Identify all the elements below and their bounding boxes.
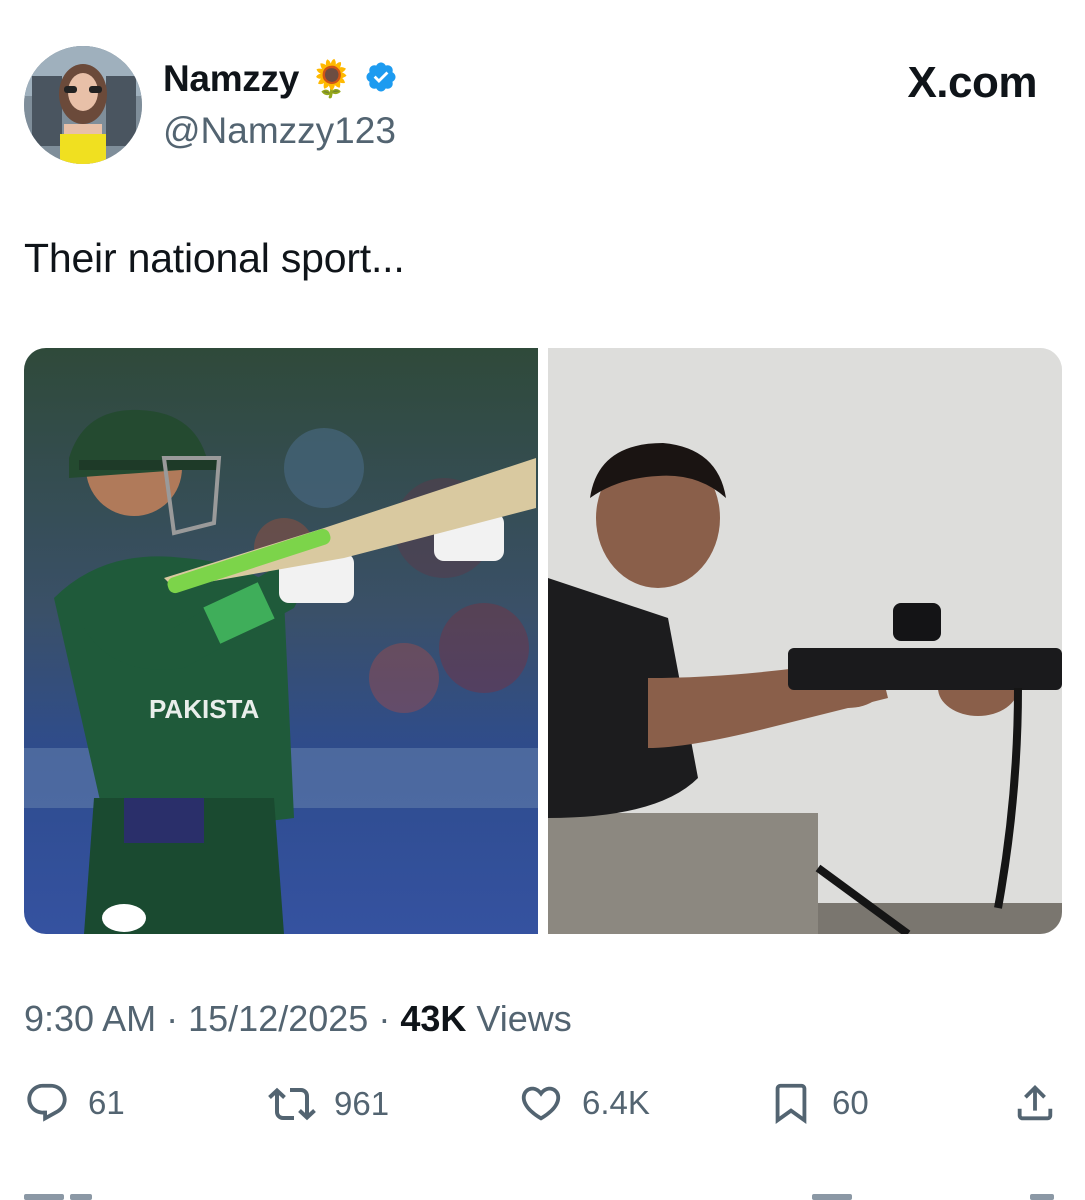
views-count: 43K xyxy=(400,998,467,1039)
tweet-actions: 61 961 6.4K 60 xyxy=(24,1080,1064,1136)
next-row-partial xyxy=(0,1188,1085,1200)
like-button[interactable]: 6.4K xyxy=(518,1080,650,1126)
tweet-media: PAKISTA xyxy=(24,348,1062,934)
sunflower-emoji: 🌻 xyxy=(308,58,354,99)
media-photo-cricketer[interactable]: PAKISTA xyxy=(24,348,538,934)
bookmark-icon xyxy=(768,1080,814,1126)
verified-badge-icon xyxy=(364,60,398,99)
like-icon xyxy=(518,1080,564,1126)
tweet-meta: 9:30 AM · 15/12/2025 · 43K Views xyxy=(24,998,572,1040)
repost-count: 961 xyxy=(334,1085,390,1122)
bookmark-button[interactable]: 60 xyxy=(768,1080,869,1126)
reply-icon xyxy=(24,1080,70,1126)
share-button[interactable] xyxy=(1012,1080,1058,1126)
brand-logo: X.com xyxy=(907,58,1037,107)
bookmark-count: 60 xyxy=(832,1084,869,1121)
svg-text:PAKISTA: PAKISTA xyxy=(149,694,259,724)
views-label: Views xyxy=(476,998,572,1039)
author-name-row: Namzzy 🌻 xyxy=(163,58,398,100)
reply-count: 61 xyxy=(88,1084,125,1121)
author-handle[interactable]: @Namzzy123 xyxy=(163,110,396,152)
author-display-name[interactable]: Namzzy xyxy=(163,58,299,100)
tweet-time[interactable]: 9:30 AM xyxy=(24,998,156,1039)
tweet-card: Namzzy 🌻 @Namzzy123 X.com Their national… xyxy=(0,0,1085,1200)
author-avatar[interactable] xyxy=(24,46,142,164)
tweet-text: Their national sport... xyxy=(24,235,405,281)
meta-separator: · xyxy=(166,998,179,1039)
tweet-date[interactable]: 15/12/2025 xyxy=(188,998,368,1039)
repost-icon xyxy=(268,1080,316,1128)
like-count: 6.4K xyxy=(582,1084,650,1121)
reply-button[interactable]: 61 xyxy=(24,1080,125,1126)
meta-separator: · xyxy=(378,998,391,1039)
share-icon xyxy=(1012,1080,1058,1126)
media-photo-rifleman[interactable] xyxy=(548,348,1062,934)
repost-button[interactable]: 961 xyxy=(268,1080,389,1128)
